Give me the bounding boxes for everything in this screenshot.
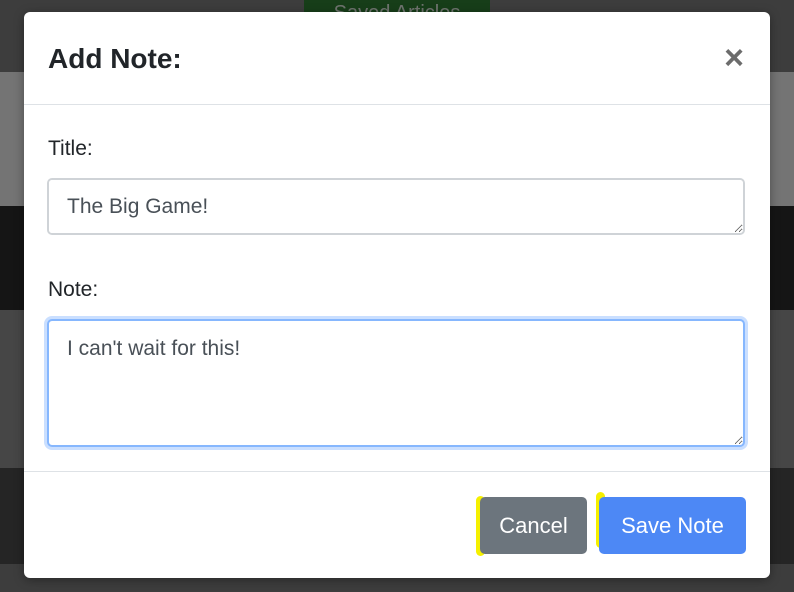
modal-title: Add Note: bbox=[48, 43, 182, 74]
cancel-button[interactable]: Cancel bbox=[480, 497, 587, 554]
note-field-label: Note: bbox=[48, 278, 99, 301]
note-body-input[interactable]: I can't wait for this! bbox=[47, 319, 745, 447]
title-field-label: Title: bbox=[48, 137, 93, 160]
note-title-input[interactable]: The Big Game! bbox=[47, 178, 745, 235]
save-note-button[interactable]: Save Note bbox=[599, 497, 746, 554]
add-note-modal: Add Note: × Title: The Big Game! Note: I… bbox=[24, 12, 770, 578]
close-icon[interactable]: × bbox=[718, 40, 750, 76]
modal-header: Add Note: × bbox=[24, 12, 770, 105]
